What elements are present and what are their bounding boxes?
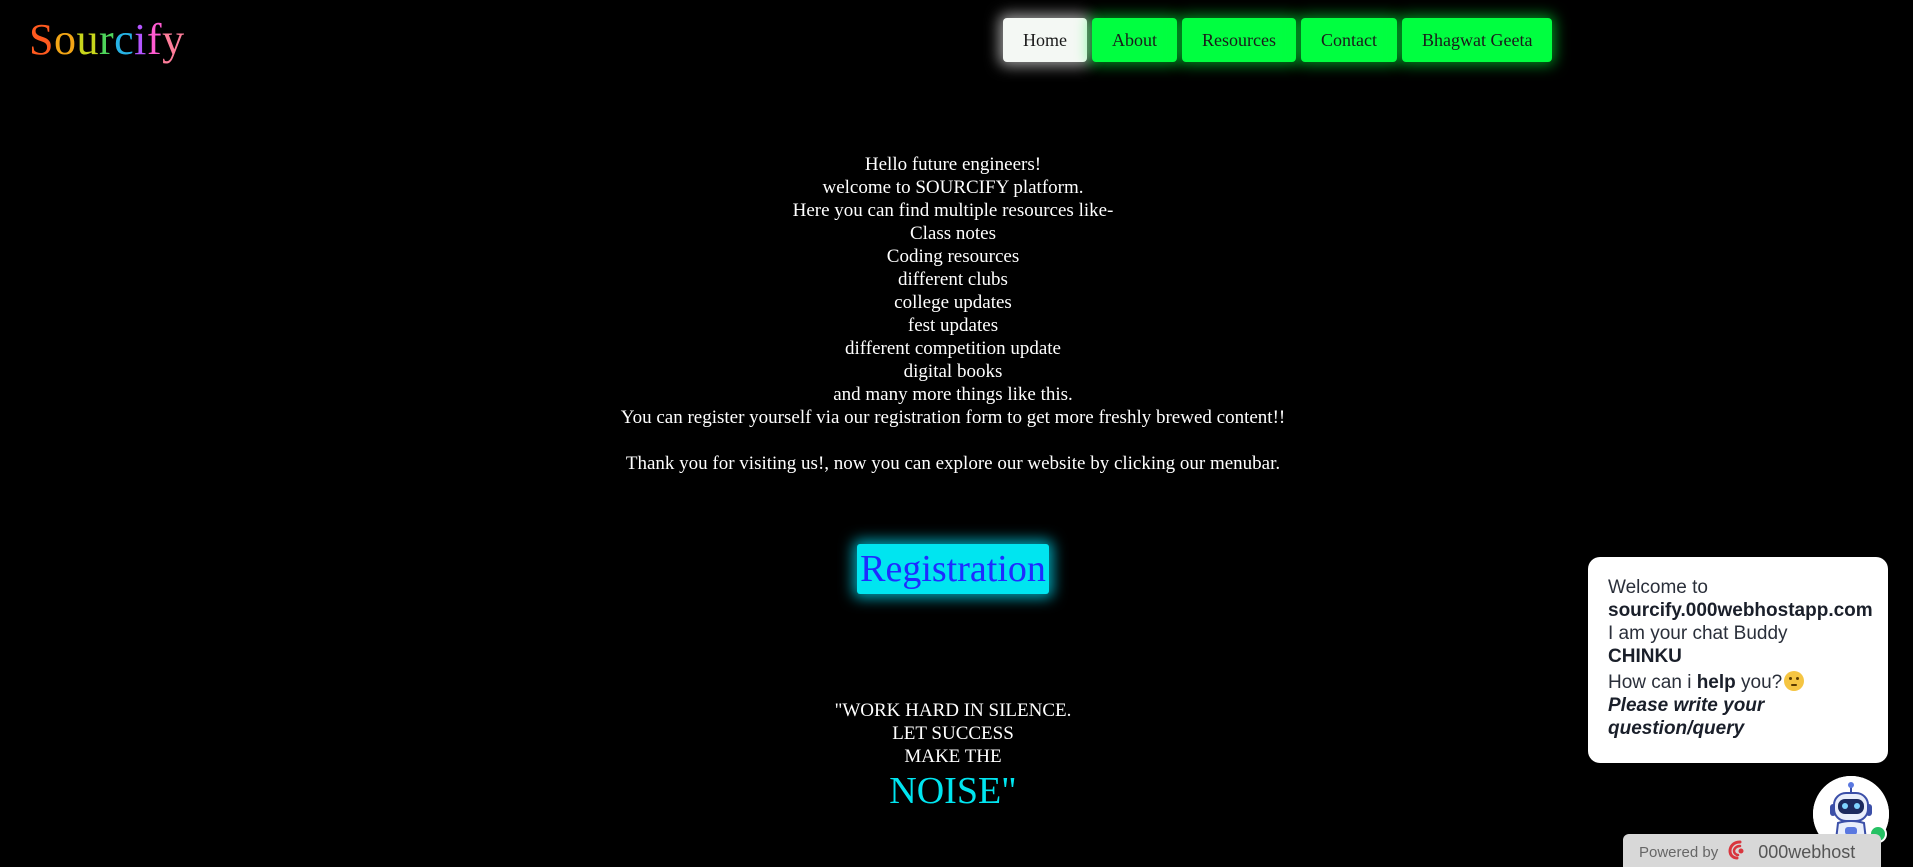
intro-line: and many more things like this. — [833, 384, 1073, 405]
intro-text: Hello future engineers! welcome to SOURC… — [0, 153, 1906, 475]
registration-button[interactable]: Registration — [857, 544, 1049, 594]
intro-line: Class notes — [909, 223, 997, 244]
chat-prompt-line-2: question/query — [1608, 718, 1745, 739]
chat-ask-prefix: How can i — [1608, 672, 1697, 693]
intro-spacer — [0, 429, 1906, 452]
chat-ask-bold: help — [1696, 672, 1736, 693]
logo-letter: y — [162, 15, 185, 64]
powered-by-label: Powered by — [1639, 843, 1719, 861]
intro-line: Coding resources — [886, 246, 1020, 267]
logo-letter: c — [114, 15, 135, 64]
nav-resources[interactable]: Resources — [1182, 18, 1296, 62]
intro-closing: Thank you for visiting us!, now you can … — [625, 453, 1281, 474]
thinking-face-emoji-icon — [1784, 671, 1805, 691]
logo-letter: i — [134, 15, 147, 64]
chat-welcome-text: Welcome to — [1608, 577, 1708, 598]
intro-line: digital books — [903, 361, 1003, 382]
intro-line: Here you can find multiple resources lik… — [792, 200, 1114, 221]
logo-letter: o — [53, 15, 77, 64]
logo-letter: u — [76, 15, 99, 64]
powered-by-banner[interactable]: Powered by 000webhost — [1623, 834, 1881, 867]
intro-line: college updates — [894, 292, 1012, 313]
chat-site-name: sourcify.000webhostapp.com — [1608, 600, 1873, 621]
intro-line: welcome to SOURCIFY platform. — [822, 177, 1084, 198]
webhost-logo-icon — [1728, 840, 1752, 864]
logo-letter: r — [98, 15, 115, 64]
nav-bhagwat-geeta[interactable]: Bhagwat Geeta — [1401, 18, 1553, 62]
logo-letter: f — [146, 15, 163, 64]
intro-line: You can register yourself via our regist… — [620, 407, 1286, 428]
logo-letter: S — [29, 15, 54, 64]
intro-line: Hello future engineers! — [864, 154, 1042, 175]
main-nav: Home About Resources Contact Bhagwat Gee… — [1003, 18, 1553, 62]
chat-ask-suffix: you? — [1735, 672, 1783, 693]
chat-welcome-card[interactable]: Welcome to sourcify.000webhostapp.com I … — [1588, 557, 1888, 763]
chat-prompt-line-1: Please write your — [1608, 695, 1765, 716]
intro-line: different clubs — [898, 269, 1008, 290]
nav-about[interactable]: About — [1092, 18, 1177, 62]
chat-bot-name: CHINKU — [1608, 646, 1682, 667]
quote-highlight: NOISE" — [889, 770, 1017, 812]
powered-by-brand: 000webhost — [1758, 841, 1856, 862]
nav-home[interactable]: Home — [1003, 18, 1087, 62]
chat-help-question: How can i help you? — [1608, 671, 1888, 694]
chat-intro-text: I am your chat Buddy — [1608, 623, 1788, 644]
intro-line: fest updates — [907, 315, 999, 336]
nav-contact[interactable]: Contact — [1300, 18, 1397, 62]
intro-line: different competition update — [845, 338, 1061, 359]
site-logo[interactable]: Sourcify — [29, 14, 185, 66]
